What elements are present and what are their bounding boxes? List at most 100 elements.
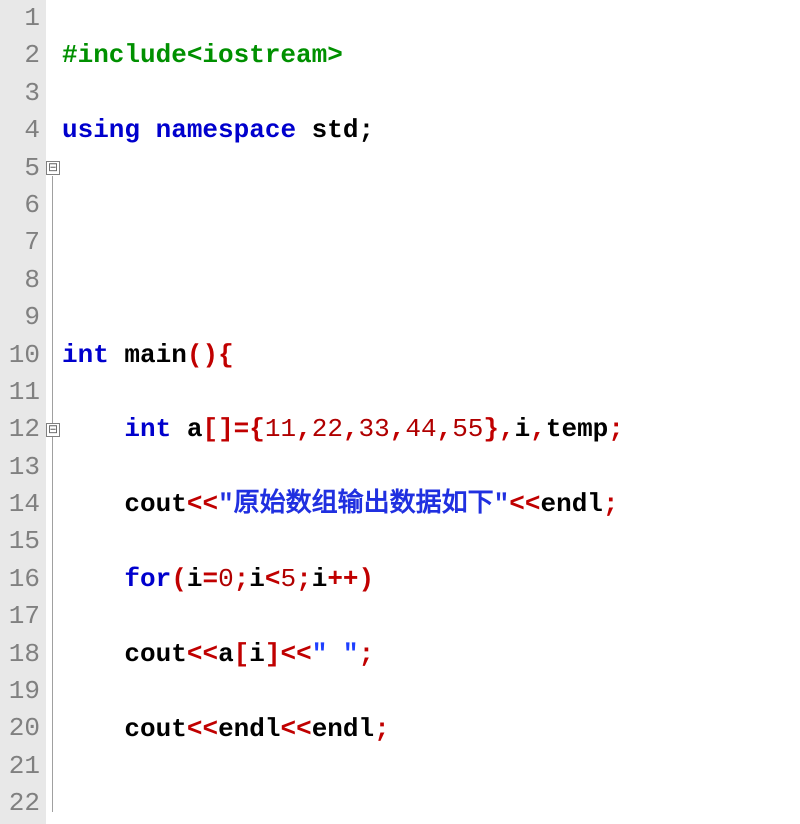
code-line: for(i=0;i<5;i++) bbox=[62, 561, 800, 598]
number: 0 bbox=[218, 564, 234, 594]
operator: = bbox=[234, 414, 250, 444]
number: 5 bbox=[281, 564, 297, 594]
indent bbox=[62, 564, 124, 594]
keyword: int bbox=[124, 414, 171, 444]
comma: , bbox=[296, 414, 312, 444]
number: 22 bbox=[312, 414, 343, 444]
paren: ( bbox=[171, 564, 187, 594]
space bbox=[171, 414, 187, 444]
line-number: 17 bbox=[0, 598, 40, 635]
paren: ) bbox=[359, 564, 375, 594]
line-number: 22 bbox=[0, 785, 40, 822]
space bbox=[109, 340, 125, 370]
identifier: std bbox=[296, 115, 358, 145]
number: 33 bbox=[359, 414, 390, 444]
fold-toggle-icon[interactable]: ⊟ bbox=[46, 161, 60, 175]
keyword: for bbox=[124, 564, 171, 594]
line-number: 19 bbox=[0, 673, 40, 710]
line-number: 21 bbox=[0, 748, 40, 785]
bracket: ] bbox=[218, 414, 234, 444]
code-line: cout<<endl<<endl; bbox=[62, 711, 800, 748]
code-line bbox=[62, 187, 800, 224]
comma: , bbox=[530, 414, 546, 444]
brace: } bbox=[483, 414, 499, 444]
keyword: using bbox=[62, 115, 140, 145]
identifier: cout bbox=[124, 714, 186, 744]
comma: , bbox=[499, 414, 515, 444]
code-area[interactable]: #include<iostream> using namespace std; … bbox=[62, 0, 800, 824]
code-line: cout<<"原始数组输出数据如下"<<endl; bbox=[62, 486, 800, 523]
semicolon: ; bbox=[603, 489, 619, 519]
semicolon: ; bbox=[234, 564, 250, 594]
identifier: i bbox=[187, 564, 203, 594]
function-name: main bbox=[124, 340, 186, 370]
operator: ++ bbox=[327, 564, 358, 594]
line-number-gutter: 1 2 3 4 5 6 7 8 9 10 11 12 13 14 15 16 1… bbox=[0, 0, 46, 824]
fold-toggle-icon[interactable]: ⊟ bbox=[46, 423, 60, 437]
semicolon: ; bbox=[358, 115, 374, 145]
operator: << bbox=[187, 714, 218, 744]
preprocessor: #include<iostream> bbox=[62, 40, 343, 70]
identifier: i bbox=[312, 564, 328, 594]
indent bbox=[62, 414, 124, 444]
code-editor[interactable]: 1 2 3 4 5 6 7 8 9 10 11 12 13 14 15 16 1… bbox=[0, 0, 800, 824]
operator: << bbox=[187, 489, 218, 519]
line-number: 10 bbox=[0, 337, 40, 374]
semicolon: ; bbox=[359, 639, 375, 669]
line-number: 3 bbox=[0, 75, 40, 112]
code-line: using namespace std; bbox=[62, 112, 800, 149]
identifier: a bbox=[218, 639, 234, 669]
number: 44 bbox=[405, 414, 436, 444]
semicolon: ; bbox=[608, 414, 624, 444]
fold-column: ⊟ ⊟ bbox=[46, 0, 62, 824]
brace: { bbox=[218, 340, 234, 370]
line-number: 2 bbox=[0, 37, 40, 74]
line-number: 4 bbox=[0, 112, 40, 149]
identifier: cout bbox=[124, 639, 186, 669]
identifier: endl bbox=[541, 489, 603, 519]
code-line: int a[]={11,22,33,44,55},i,temp; bbox=[62, 411, 800, 448]
code-line bbox=[62, 785, 800, 822]
line-number: 6 bbox=[0, 187, 40, 224]
operator: << bbox=[509, 489, 540, 519]
keyword: int bbox=[62, 340, 109, 370]
line-number: 12 bbox=[0, 411, 40, 448]
comma: , bbox=[437, 414, 453, 444]
paren: ( bbox=[187, 340, 203, 370]
identifier: i bbox=[515, 414, 531, 444]
identifier: i bbox=[249, 564, 265, 594]
code-line: #include<iostream> bbox=[62, 37, 800, 74]
number: 55 bbox=[452, 414, 483, 444]
line-number: 1 bbox=[0, 0, 40, 37]
number: 11 bbox=[265, 414, 296, 444]
space bbox=[140, 115, 156, 145]
code-line: cout<<a[i]<<" "; bbox=[62, 636, 800, 673]
operator: < bbox=[265, 564, 281, 594]
identifier: cout bbox=[124, 489, 186, 519]
semicolon: ; bbox=[374, 714, 390, 744]
comma: , bbox=[390, 414, 406, 444]
line-number: 9 bbox=[0, 299, 40, 336]
identifier: a bbox=[187, 414, 203, 444]
identifier: temp bbox=[546, 414, 608, 444]
identifier: endl bbox=[312, 714, 374, 744]
operator: << bbox=[187, 639, 218, 669]
bracket: [ bbox=[234, 639, 250, 669]
identifier: endl bbox=[218, 714, 280, 744]
bracket: [ bbox=[202, 414, 218, 444]
fold-guide-line bbox=[52, 176, 53, 812]
paren: ) bbox=[202, 340, 218, 370]
semicolon: ; bbox=[296, 564, 312, 594]
line-number: 13 bbox=[0, 449, 40, 486]
operator: << bbox=[280, 714, 311, 744]
line-number: 11 bbox=[0, 374, 40, 411]
code-line: int main(){ bbox=[62, 337, 800, 374]
line-number: 8 bbox=[0, 262, 40, 299]
keyword: namespace bbox=[156, 115, 296, 145]
string-literal: "原始数组输出数据如下" bbox=[218, 489, 509, 519]
indent bbox=[62, 639, 124, 669]
line-number: 14 bbox=[0, 486, 40, 523]
indent bbox=[62, 714, 124, 744]
string-literal: " " bbox=[312, 639, 359, 669]
line-number: 20 bbox=[0, 710, 40, 747]
